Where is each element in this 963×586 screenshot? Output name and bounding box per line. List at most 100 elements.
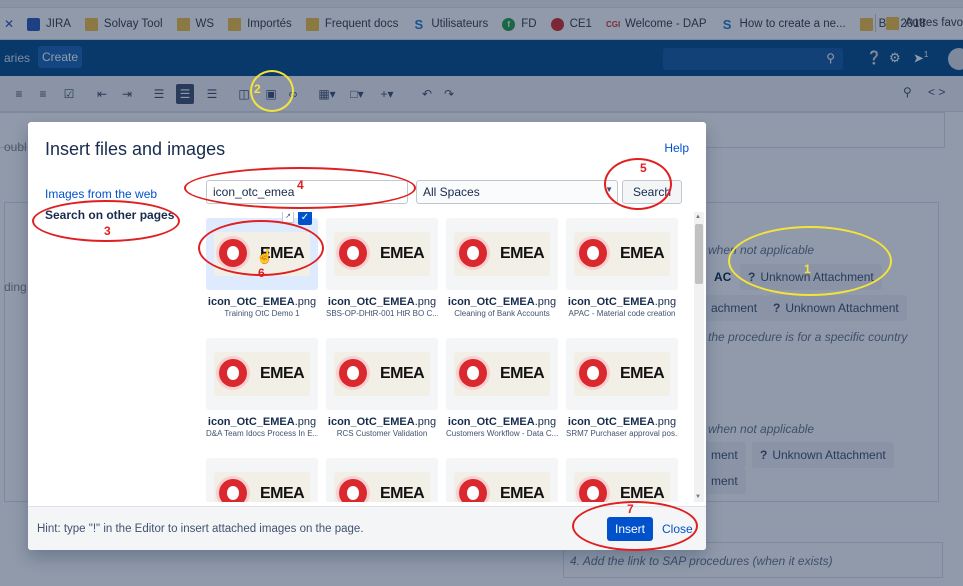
file-extension: .png (294, 296, 317, 308)
image-thumbnail[interactable]: EMEA (446, 458, 558, 502)
file-basename: icon_OtC_EMEA (327, 416, 415, 428)
sidebar-item-images-web[interactable]: Images from the web (45, 187, 157, 201)
file-basename: icon_OtC_EMEA (207, 296, 295, 308)
globe-icon (576, 236, 610, 270)
file-name: icon_OtC_EMEA.png (206, 296, 318, 308)
emea-banner-image: EMEA (574, 352, 670, 396)
source-page-name: RCS Customer Validation (336, 429, 428, 438)
banner-label: EMEA (620, 485, 665, 502)
globe-continent (587, 486, 599, 500)
banner-label: EMEA (380, 365, 425, 382)
space-select-value: All Spaces (423, 185, 480, 199)
result-tile[interactable]: EMEA icon_OtC_EMEA.png D&A Team Idocs Proc… (206, 338, 324, 446)
result-tile[interactable]: EMEA icon_OtC_EMEA.png RCS Customer Valida… (326, 338, 444, 446)
annotation-circle-5 (604, 158, 672, 210)
space-select[interactable]: All Spaces ▼ (416, 180, 618, 204)
file-name: icon_OtC_EMEA.png (206, 416, 318, 428)
banner-label: EMEA (620, 365, 665, 382)
result-tile[interactable]: EMEAicon_OtC_EMEA.png (206, 458, 324, 502)
globe-icon (216, 356, 250, 390)
globe-continent (347, 366, 359, 380)
file-basename: icon_OtC_EMEA (567, 296, 655, 308)
image-thumbnail[interactable]: EMEA (206, 458, 318, 502)
result-tile[interactable]: EMEAicon_OtC_EMEA.png (446, 458, 564, 502)
source-page-name: Customers Workflow - Data C... (446, 429, 558, 438)
file-name: icon_OtC_EMEA.png (326, 296, 438, 308)
file-basename: icon_OtC_EMEA (207, 416, 295, 428)
image-thumbnail[interactable]: EMEA (566, 338, 678, 410)
result-tile[interactable]: EMEAicon_OtC_EMEA.png (566, 458, 684, 502)
globe-continent (227, 366, 239, 380)
results-scrollbar[interactable]: ▲ ▼ (694, 212, 704, 502)
globe-continent (587, 366, 599, 380)
scrollbar-thumb[interactable] (695, 224, 703, 284)
image-thumbnail[interactable]: EMEA (326, 458, 438, 502)
file-extension: .png (414, 416, 437, 428)
source-page-name: D&A Team Idocs Process In E... (206, 429, 318, 438)
emea-banner-image: EMEA (454, 232, 550, 276)
image-thumbnail[interactable]: EMEA (566, 218, 678, 290)
annotation-number-3: 3 (104, 224, 111, 238)
globe-icon (336, 356, 370, 390)
banner-label: EMEA (500, 245, 545, 262)
globe-continent (227, 486, 239, 500)
annotation-number-5: 5 (640, 161, 647, 175)
emea-banner-image: EMEA (454, 352, 550, 396)
banner-label: EMEA (620, 245, 665, 262)
emea-banner-image: EMEA (574, 472, 670, 502)
globe-icon (456, 356, 490, 390)
source-page-name: Cleaning of Bank Accounts (454, 309, 550, 318)
scroll-up-icon[interactable]: ▲ (695, 214, 701, 220)
annotation-circle-7 (572, 501, 698, 551)
source-page-name: SBS-OP-DHtR-001 HtR BO C... (326, 309, 438, 318)
emea-banner-image: EMEA (214, 472, 310, 502)
image-thumbnail[interactable]: EMEA (446, 218, 558, 290)
result-tile[interactable]: EMEA icon_OtC_EMEA.png SBS-OP-DHtR-001 HtR… (326, 218, 444, 326)
source-page-name: Training OtC Demo 1 (224, 309, 300, 318)
annotation-number-6: 6 (258, 266, 265, 280)
image-thumbnail[interactable]: EMEA (566, 458, 678, 502)
help-link[interactable]: Help (664, 141, 689, 155)
result-tile[interactable]: EMEA icon_OtC_EMEA.png SRM7 Purchaser appr… (566, 338, 684, 446)
globe-continent (467, 366, 479, 380)
file-basename: icon_OtC_EMEA (447, 416, 535, 428)
image-thumbnail[interactable]: EMEA (326, 338, 438, 410)
image-thumbnail[interactable]: EMEA (206, 338, 318, 410)
annotation-number-1: 1 (804, 262, 811, 276)
globe-icon (456, 236, 490, 270)
globe-icon (576, 356, 610, 390)
emea-banner-image: EMEA (574, 232, 670, 276)
emea-banner-image: EMEA (334, 352, 430, 396)
banner-label: EMEA (260, 485, 305, 502)
banner-label: EMEA (380, 245, 425, 262)
scroll-down-icon[interactable]: ▼ (695, 494, 701, 500)
banner-label: EMEA (260, 365, 305, 382)
globe-continent (467, 486, 479, 500)
globe-continent (467, 246, 479, 260)
hint-text: Hint: type "!" in the Editor to insert a… (37, 523, 364, 535)
annotation-number-7: 7 (627, 502, 634, 516)
file-extension: .png (414, 296, 437, 308)
emea-banner-image: EMEA (454, 472, 550, 502)
result-tile[interactable]: EMEAicon_OtC_EMEA.png (326, 458, 444, 502)
image-thumbnail[interactable]: EMEA (326, 218, 438, 290)
checkmark-icon[interactable]: ✓ (298, 212, 312, 225)
dialog-title: Insert files and images (45, 139, 226, 159)
result-tile[interactable]: EMEA icon_OtC_EMEA.png Cleaning of Bank Ac… (446, 218, 564, 326)
file-extension: .png (534, 416, 557, 428)
annotation-number-4: 4 (297, 178, 304, 192)
annotation-circle-1 (728, 226, 892, 296)
result-tile[interactable]: EMEA icon_OtC_EMEA.png Customers Workflow … (446, 338, 564, 446)
file-basename: icon_OtC_EMEA (567, 416, 655, 428)
file-name: icon_OtC_EMEA.png (566, 296, 678, 308)
result-tile[interactable]: EMEA icon_OtC_EMEA.png APAC - Material cod… (566, 218, 684, 326)
image-thumbnail[interactable]: EMEA (446, 338, 558, 410)
source-page-name: SRM7 Purchaser approval pos... (566, 429, 678, 438)
globe-icon (216, 476, 250, 502)
emea-banner-image: EMEA (214, 352, 310, 396)
emea-banner-image: EMEA (334, 232, 430, 276)
globe-icon (456, 476, 490, 502)
globe-icon (336, 476, 370, 502)
file-extension: .png (654, 296, 677, 308)
globe-continent (347, 246, 359, 260)
